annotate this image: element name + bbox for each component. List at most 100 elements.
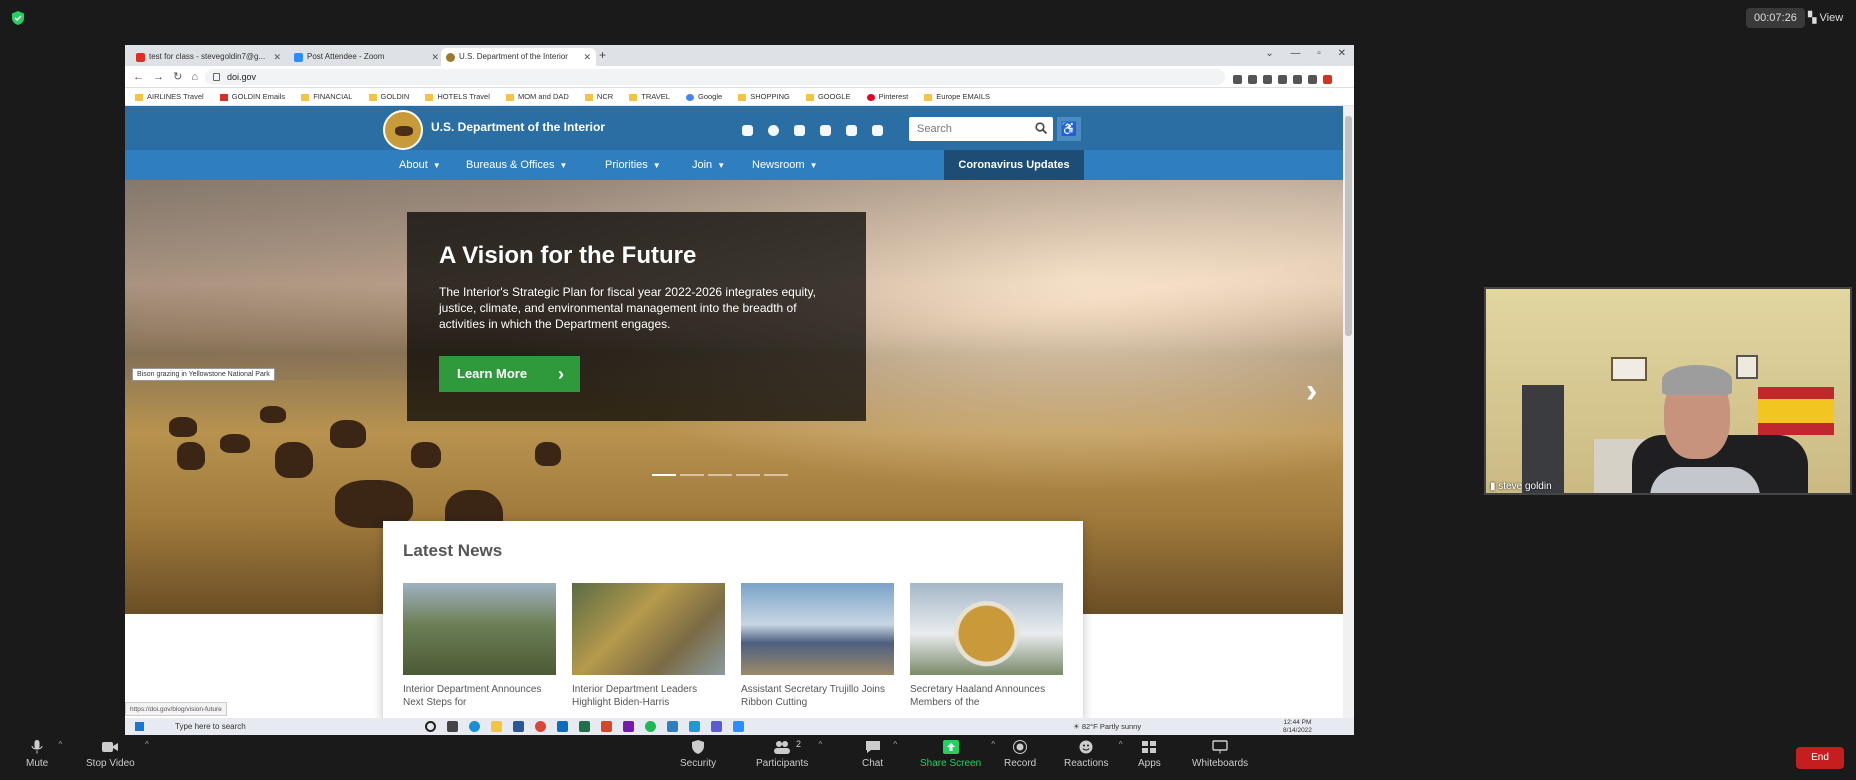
news-card[interactable]: Interior Department Announces Next Steps… <box>403 583 556 709</box>
apps-button[interactable]: Apps <box>1138 740 1161 769</box>
news-thumbnail[interactable] <box>741 583 894 675</box>
facebook-icon[interactable] <box>768 125 779 136</box>
accessibility-icon[interactable]: ♿ <box>1057 117 1081 141</box>
nav-newsroom[interactable]: Newsroom ▼ <box>752 150 818 180</box>
record-button[interactable]: Record <box>1004 740 1036 769</box>
scrollbar-thumb[interactable] <box>1345 116 1352 336</box>
nav-join[interactable]: Join ▼ <box>692 150 725 180</box>
caret-up-icon[interactable]: ^ <box>1119 740 1123 749</box>
caret-up-icon[interactable]: ^ <box>818 740 822 749</box>
site-title[interactable]: U.S. Department of the Interior <box>431 120 605 134</box>
taskbar-clock[interactable]: 12:44 PM 8/14/2022 <box>1283 719 1312 734</box>
bookmark-item[interactable]: GOLDIN <box>368 88 409 106</box>
search-icon[interactable] <box>1035 122 1047 134</box>
outlook-icon[interactable] <box>557 721 568 732</box>
bookmark-item[interactable]: MOM and DAD <box>505 88 569 106</box>
caret-up-icon[interactable]: ^ <box>991 740 995 749</box>
close-icon[interactable]: ✕ <box>431 48 439 66</box>
coronavirus-updates-link[interactable]: Coronavirus Updates <box>944 150 1084 180</box>
learn-more-button[interactable]: Learn More › <box>439 356 580 392</box>
bookmark-item[interactable]: SHOPPING <box>738 88 790 106</box>
tab-doi[interactable]: U.S. Department of the Interior ✕ <box>441 48 596 66</box>
bookmark-item[interactable]: TRAVEL <box>629 88 670 106</box>
search-input[interactable]: Search <box>909 117 1053 141</box>
bookmark-item[interactable]: GOOGLE <box>805 88 850 106</box>
smiley-icon <box>1079 740 1093 754</box>
cortana-icon[interactable] <box>425 721 436 732</box>
task-view-icon[interactable] <box>447 721 458 732</box>
excel-icon[interactable] <box>579 721 590 732</box>
doi-seal-logo[interactable] <box>383 110 423 150</box>
flickr-icon[interactable] <box>846 125 857 136</box>
bookmark-item[interactable]: Google <box>685 88 722 106</box>
end-meeting-button[interactable]: End <box>1796 747 1844 769</box>
windows-start-icon[interactable] <box>135 722 144 731</box>
tumblr-icon[interactable] <box>820 125 831 136</box>
caret-up-icon[interactable]: ^ <box>145 740 149 749</box>
chrome-icon[interactable] <box>535 721 546 732</box>
app-icon[interactable] <box>667 721 678 732</box>
bookmark-item[interactable]: Pinterest <box>866 88 908 106</box>
nav-bureaus[interactable]: Bureaus & Offices ▼ <box>466 150 567 180</box>
page-scrollbar[interactable] <box>1343 106 1354 718</box>
news-card[interactable]: Assistant Secretary Trujillo Joins Ribbo… <box>741 583 894 709</box>
spotify-icon[interactable] <box>645 721 656 732</box>
window-controls[interactable]: ⌄ — ▫ ✕ <box>1265 48 1346 59</box>
app-icon[interactable] <box>689 721 700 732</box>
carousel-indicators[interactable] <box>652 463 792 481</box>
doi-web-page: U.S. Department of the Interior Search ♿… <box>125 106 1343 718</box>
caret-up-icon[interactable]: ^ <box>893 740 897 749</box>
chevron-down-icon: ▼ <box>652 161 661 170</box>
view-button[interactable]: ▚ View <box>1808 8 1843 28</box>
caret-up-icon[interactable]: ^ <box>58 740 62 749</box>
chat-button[interactable]: Chat ^ <box>862 740 897 769</box>
onenote-icon[interactable] <box>623 721 634 732</box>
nav-about[interactable]: About ▼ <box>399 150 441 180</box>
participant-video-tile[interactable]: ▮ steve goldin <box>1484 287 1852 495</box>
reactions-button[interactable]: Reactions ^ <box>1064 740 1122 769</box>
carousel-next-icon[interactable]: › <box>1306 372 1317 411</box>
news-card[interactable]: Secretary Haaland Announces Members of t… <box>910 583 1063 709</box>
news-thumbnail[interactable] <box>403 583 556 675</box>
security-button[interactable]: Security <box>680 740 716 769</box>
system-tray[interactable]: ☀ 82°F Partly sunny <box>1073 718 1141 735</box>
tab-zoom[interactable]: Post Attendee - Zoom ✕ <box>289 48 444 66</box>
youtube-icon[interactable] <box>872 125 883 136</box>
zoom-app-icon[interactable] <box>733 721 744 732</box>
stop-video-button[interactable]: Stop Video ^ <box>86 740 149 769</box>
news-thumbnail[interactable] <box>910 583 1063 675</box>
news-caption[interactable]: Assistant Secretary Trujillo Joins Ribbo… <box>741 683 894 709</box>
bookmark-item[interactable]: Europe EMAILS <box>924 88 990 106</box>
close-icon[interactable]: ✕ <box>273 48 281 66</box>
app-icon[interactable] <box>711 721 722 732</box>
bookmark-item[interactable]: NCR <box>584 88 613 106</box>
whiteboards-button[interactable]: Whiteboards <box>1192 740 1248 769</box>
nav-buttons[interactable]: ← → ↻ ⌂ <box>133 70 198 83</box>
url-field[interactable]: doi.gov <box>205 69 1225 85</box>
close-icon[interactable]: ✕ <box>583 48 591 66</box>
news-thumbnail[interactable] <box>572 583 725 675</box>
mute-button[interactable]: Mute ^ <box>26 740 62 769</box>
participants-button[interactable]: Participants 2 ^ <box>756 739 822 769</box>
share-screen-button[interactable]: Share Screen ^ <box>920 740 995 769</box>
bookmark-item[interactable]: GOLDIN Emails <box>219 88 285 106</box>
main-nav: About ▼ Bureaus & Offices ▼ Priorities ▼ Jo… <box>125 150 1343 180</box>
bookmark-item[interactable]: AIRLINES Travel <box>135 88 204 106</box>
edge-icon[interactable] <box>469 721 480 732</box>
instagram-icon[interactable] <box>742 125 753 136</box>
twitter-icon[interactable] <box>794 125 805 136</box>
news-caption[interactable]: Interior Department Announces Next Steps… <box>403 683 556 709</box>
tab-gmail[interactable]: test for class - stevegoldin7@g... ✕ <box>131 48 286 66</box>
nav-priorities[interactable]: Priorities ▼ <box>605 150 661 180</box>
bookmark-item[interactable]: FINANCIAL <box>301 88 352 106</box>
file-explorer-icon[interactable] <box>491 721 502 732</box>
news-card[interactable]: Interior Department Leaders Highlight Bi… <box>572 583 725 709</box>
news-caption[interactable]: Secretary Haaland Announces Members of t… <box>910 683 1063 709</box>
new-tab-icon[interactable]: + <box>599 48 606 62</box>
bookmark-item[interactable]: HOTELS Travel <box>425 88 490 106</box>
store-icon[interactable] <box>513 721 524 732</box>
extension-icons[interactable] <box>1233 71 1351 102</box>
powerpoint-icon[interactable] <box>601 721 612 732</box>
news-caption[interactable]: Interior Department Leaders Highlight Bi… <box>572 683 725 709</box>
taskbar-search-input[interactable]: Type here to search <box>159 719 329 734</box>
